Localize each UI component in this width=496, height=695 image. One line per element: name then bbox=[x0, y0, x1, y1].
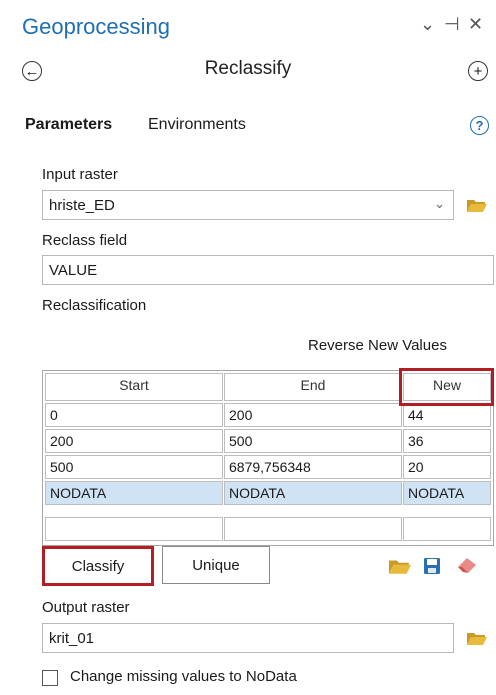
reclass-field-select[interactable]: VALUE bbox=[42, 255, 494, 285]
table-cell[interactable]: 500 bbox=[224, 429, 402, 453]
unique-button[interactable]: Unique bbox=[162, 546, 270, 584]
missing-values-label: Change missing values to NoData bbox=[70, 668, 297, 685]
tab-environments[interactable]: Environments bbox=[148, 116, 246, 134]
table-cell[interactable]: 6879,756348 bbox=[224, 455, 402, 479]
reclass-field-value: VALUE bbox=[49, 262, 98, 279]
pin-icon[interactable]: ⊣ bbox=[444, 14, 460, 35]
column-header-start: Start bbox=[45, 373, 223, 401]
output-raster-value: krit_01 bbox=[49, 630, 95, 647]
folder-icon[interactable] bbox=[467, 631, 487, 645]
help-icon[interactable]: ? bbox=[470, 116, 489, 135]
chevron-down-icon[interactable]: ⌄ bbox=[420, 14, 435, 35]
table-cell[interactable]: 36 bbox=[403, 429, 491, 453]
table-cell[interactable]: 44 bbox=[403, 403, 491, 427]
folder-icon[interactable] bbox=[467, 198, 487, 212]
reverse-new-values-button[interactable]: Reverse New Values bbox=[308, 337, 447, 354]
table-cell[interactable]: 0 bbox=[45, 403, 223, 427]
open-folder-icon[interactable] bbox=[389, 558, 411, 574]
table-cell[interactable]: 500 bbox=[45, 455, 223, 479]
output-raster-label: Output raster bbox=[42, 599, 130, 616]
classify-button[interactable]: Classify bbox=[42, 546, 154, 586]
reclassification-label: Reclassification bbox=[42, 297, 147, 314]
table-cell-empty[interactable] bbox=[403, 517, 491, 541]
tab-parameters[interactable]: Parameters bbox=[25, 116, 112, 134]
dropdown-chevron-icon[interactable]: ⌄ bbox=[434, 196, 445, 212]
add-icon[interactable]: + bbox=[468, 61, 488, 81]
table-cell-empty[interactable] bbox=[45, 517, 223, 541]
close-icon[interactable]: ✕ bbox=[468, 14, 483, 35]
save-icon[interactable] bbox=[423, 557, 441, 575]
reclass-field-label: Reclass field bbox=[42, 232, 128, 249]
missing-values-checkbox[interactable] bbox=[42, 670, 58, 686]
table-cell[interactable]: 200 bbox=[45, 429, 223, 453]
column-header-end: End bbox=[224, 373, 402, 401]
table-cell[interactable]: 200 bbox=[224, 403, 402, 427]
pane-title: Geoprocessing bbox=[22, 14, 170, 39]
table-cell[interactable]: 20 bbox=[403, 455, 491, 479]
input-raster-value: hriste_ED bbox=[49, 197, 115, 214]
table-cell-nodata[interactable]: NODATA bbox=[224, 481, 402, 505]
tool-name: Reclassify bbox=[204, 58, 292, 79]
input-raster-label: Input raster bbox=[42, 166, 118, 183]
output-raster-field[interactable]: krit_01 bbox=[42, 623, 454, 653]
input-raster-field[interactable]: hriste_ED ⌄ bbox=[42, 190, 454, 220]
new-column-highlight bbox=[399, 368, 494, 406]
table-cell-nodata[interactable]: NODATA bbox=[45, 481, 223, 505]
table-cell-empty[interactable] bbox=[224, 517, 402, 541]
eraser-icon[interactable] bbox=[456, 555, 478, 575]
table-cell-nodata[interactable]: NODATA bbox=[403, 481, 491, 505]
